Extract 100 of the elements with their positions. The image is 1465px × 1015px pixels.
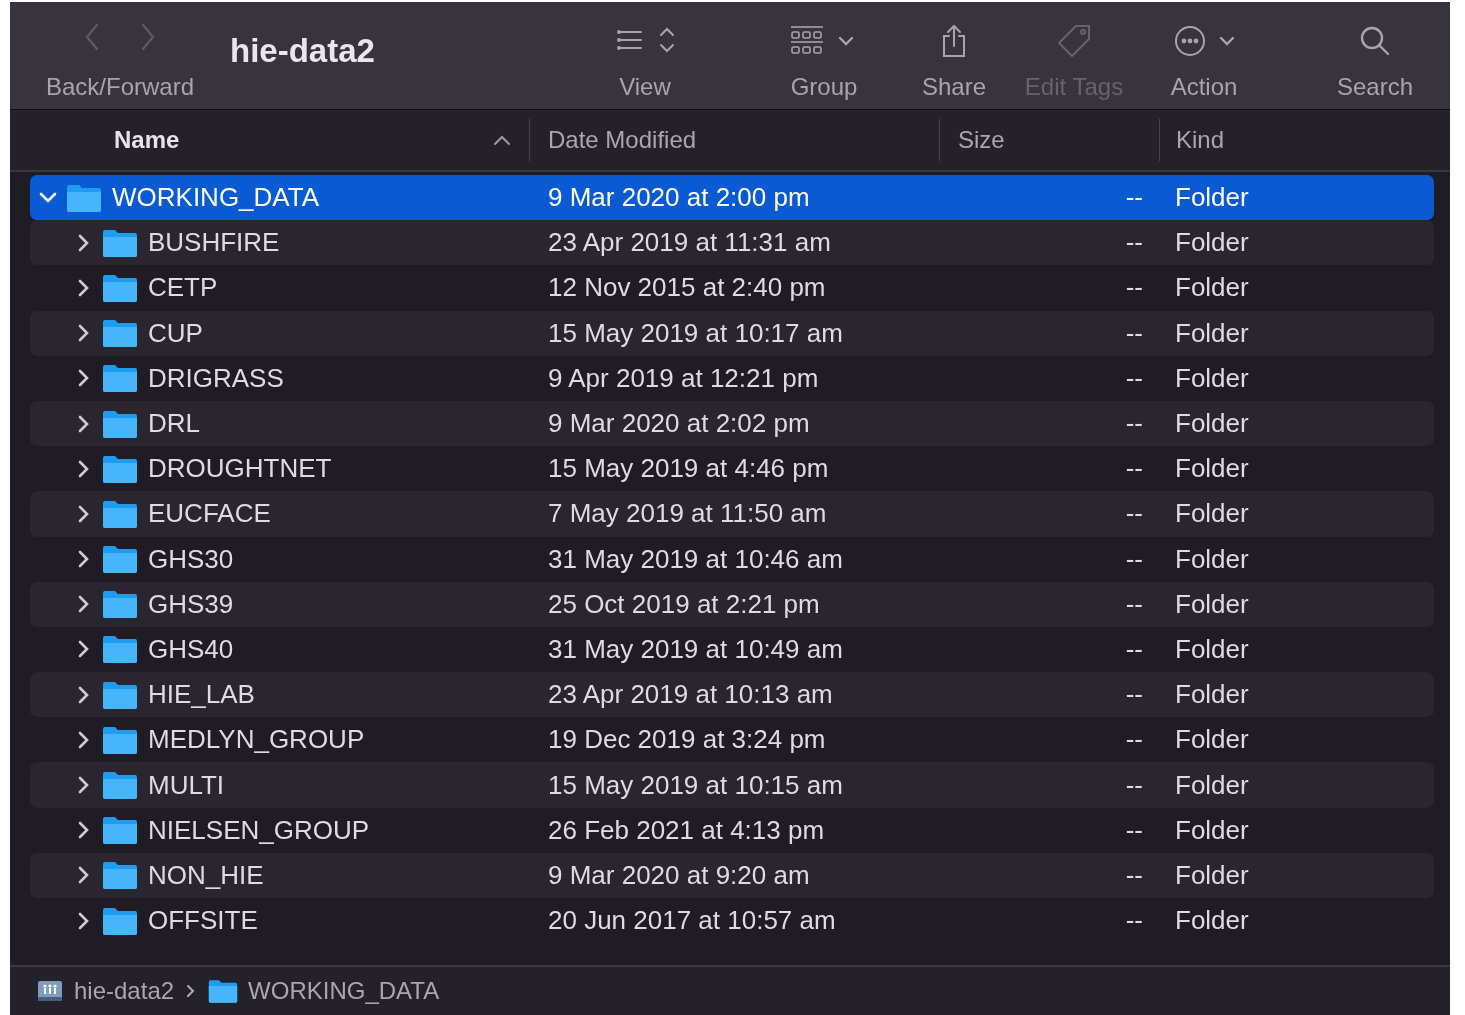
kind-cell: Folder <box>1175 905 1249 937</box>
file-row[interactable]: GHS39 25 Oct 2019 at 2:21 pm -- Folder <box>30 581 1434 627</box>
date-cell-text: 31 May 2019 at 10:49 am <box>548 633 844 665</box>
kind-cell: Folder <box>1175 769 1249 801</box>
date-cell-text: 7 May 2019 at 11:50 am <box>548 498 828 530</box>
file-row[interactable]: MULTI 15 May 2019 at 10:15 am -- Folder <box>30 762 1434 808</box>
tag-icon <box>1056 24 1092 58</box>
kind-cell: Folder <box>1175 724 1249 756</box>
date-cell-text: 9 Apr 2019 at 12:21 pm <box>548 362 820 394</box>
size-cell-text: -- <box>1124 859 1143 891</box>
column-header-cell[interactable]: Name <box>10 119 530 161</box>
file-row[interactable]: DRL 9 Mar 2020 at 2:02 pm -- Folder <box>30 400 1434 447</box>
file-name: CETP <box>148 272 218 304</box>
folder-icon <box>102 860 138 891</box>
folder-icon <box>102 770 138 801</box>
size-cell-text: -- <box>1124 453 1143 485</box>
size-cell-text: -- <box>1124 408 1143 440</box>
column-header-cell[interactable]: Size <box>940 119 1160 161</box>
view-button[interactable]: View <box>590 2 700 109</box>
file-row[interactable]: DRIGRASS 9 Apr 2019 at 12:21 pm -- Folder <box>30 355 1434 401</box>
size-cell-text: -- <box>1124 679 1143 711</box>
folder-icon <box>102 544 138 575</box>
folder-icon <box>102 453 138 484</box>
kind-cell: Folder <box>1175 498 1249 530</box>
share-button[interactable]: Share <box>904 2 1004 109</box>
file-name: OFFSITE <box>148 905 258 937</box>
folder-icon <box>102 272 138 303</box>
folder-icon <box>102 679 138 710</box>
file-name: DRIGRASS <box>148 362 284 394</box>
file-name: MULTI <box>148 769 225 801</box>
size-cell-text: -- <box>1124 633 1143 665</box>
size-cell-text: -- <box>1124 724 1143 756</box>
size-cell-text: -- <box>1124 272 1143 304</box>
folder-icon <box>102 589 138 620</box>
folder-icon <box>102 408 138 439</box>
size-cell-text: -- <box>1124 588 1143 620</box>
back-forward-label: Back/Forward <box>45 73 194 101</box>
file-row[interactable]: BUSHFIRE 23 Apr 2019 at 11:31 am -- Folder <box>30 220 1434 266</box>
file-name: EUCFACE <box>148 498 271 530</box>
file-name: CUP <box>148 317 203 349</box>
file-row[interactable]: WORKING_DATA 9 Mar 2020 at 2:00 pm -- Folder <box>30 175 1434 221</box>
file-row[interactable]: EUCFACE 7 May 2019 at 11:50 am -- Folder <box>30 491 1434 537</box>
folder-icon <box>102 363 138 394</box>
kind-cell: Folder <box>1175 362 1249 394</box>
chevron-icon <box>186 984 197 998</box>
column-header-cell[interactable]: Kind <box>1160 119 1225 161</box>
file-name: GHS39 <box>148 588 234 620</box>
action-button[interactable]: Action <box>1144 2 1264 109</box>
search-button[interactable]: Search <box>1310 2 1440 109</box>
kind-cell: Folder <box>1175 408 1249 440</box>
size-cell-text: -- <box>1124 227 1143 259</box>
date-cell-text: 26 Feb 2021 at 4:13 pm <box>548 814 826 846</box>
date-cell-text: 31 May 2019 at 10:46 am <box>548 543 844 575</box>
file-name: DROUGHTNET <box>148 453 332 485</box>
file-name: GHS30 <box>148 543 234 575</box>
size-cell-text: -- <box>1124 905 1143 937</box>
file-row[interactable]: CUP 15 May 2019 at 10:17 am -- Folder <box>30 310 1434 356</box>
folder-icon <box>102 905 138 936</box>
kind-cell: Folder <box>1175 227 1249 259</box>
size-cell-text: -- <box>1124 317 1143 349</box>
file-row[interactable]: GHS40 31 May 2019 at 10:49 am -- Folder <box>30 626 1434 673</box>
group-button[interactable]: Group <box>744 2 904 109</box>
sort-ascending-icon <box>493 134 511 146</box>
file-row[interactable]: DROUGHTNET 15 May 2019 at 4:46 pm -- Folder <box>30 446 1434 492</box>
folder-icon <box>208 978 239 1004</box>
folder-icon <box>102 318 138 349</box>
path-item[interactable]: WORKING_DATA <box>208 977 440 1005</box>
column-header-cell[interactable]: Date Modified <box>530 119 940 161</box>
size-cell-text: -- <box>1124 769 1143 801</box>
date-cell-text: 23 Apr 2019 at 11:31 am <box>548 227 832 259</box>
path-item[interactable]: hie-data2 <box>36 977 175 1005</box>
file-row[interactable]: OFFSITE 20 Jun 2017 at 10:57 am -- Folder <box>30 898 1434 944</box>
folder-icon <box>66 182 102 213</box>
file-name: MEDLYN_GROUP <box>148 724 365 756</box>
file-row[interactable]: HIE_LAB 23 Apr 2019 at 10:13 am -- Folder <box>30 672 1434 718</box>
file-name: WORKING_DATA <box>112 182 320 214</box>
kind-cell: Folder <box>1175 543 1249 575</box>
file-name: GHS40 <box>148 633 234 665</box>
folder-icon <box>102 724 138 755</box>
file-name: NON_HIE <box>148 859 264 891</box>
date-cell-text: 9 Mar 2020 at 2:02 pm <box>548 408 811 440</box>
date-cell-text: 20 Jun 2017 at 10:57 am <box>548 905 837 937</box>
date-cell-text: 12 Nov 2015 at 2:40 pm <box>548 272 827 304</box>
date-cell-text: 9 Mar 2020 at 2:00 pm <box>548 182 811 214</box>
date-cell-text: 15 May 2019 at 10:17 am <box>548 317 844 349</box>
kind-cell: Folder <box>1175 317 1249 349</box>
size-cell-text: -- <box>1124 182 1143 214</box>
kind-cell: Folder <box>1175 633 1249 665</box>
file-row[interactable]: MEDLYN_GROUP 19 Dec 2019 at 3:24 pm -- Folder <box>30 717 1434 763</box>
kind-cell: Folder <box>1175 588 1249 620</box>
folder-icon <box>102 227 138 258</box>
date-cell-text: 9 Mar 2020 at 9:20 am <box>548 859 811 891</box>
folder-icon <box>102 815 138 846</box>
file-row[interactable]: CETP 12 Nov 2015 at 2:40 pm -- Folder <box>30 265 1434 311</box>
file-row[interactable]: NIELSEN_GROUP 26 Feb 2021 at 4:13 pm -- Folder <box>30 807 1434 853</box>
ellipsis-circle-icon <box>1174 24 1234 58</box>
window-title: hie-data2 <box>230 31 376 71</box>
date-cell-text: 23 Apr 2019 at 10:13 am <box>548 679 834 711</box>
file-row[interactable]: NON_HIE 9 Mar 2020 at 9:20 am -- Folder <box>30 852 1434 898</box>
file-row[interactable]: GHS30 31 May 2019 at 10:46 am -- Folder <box>30 536 1434 582</box>
